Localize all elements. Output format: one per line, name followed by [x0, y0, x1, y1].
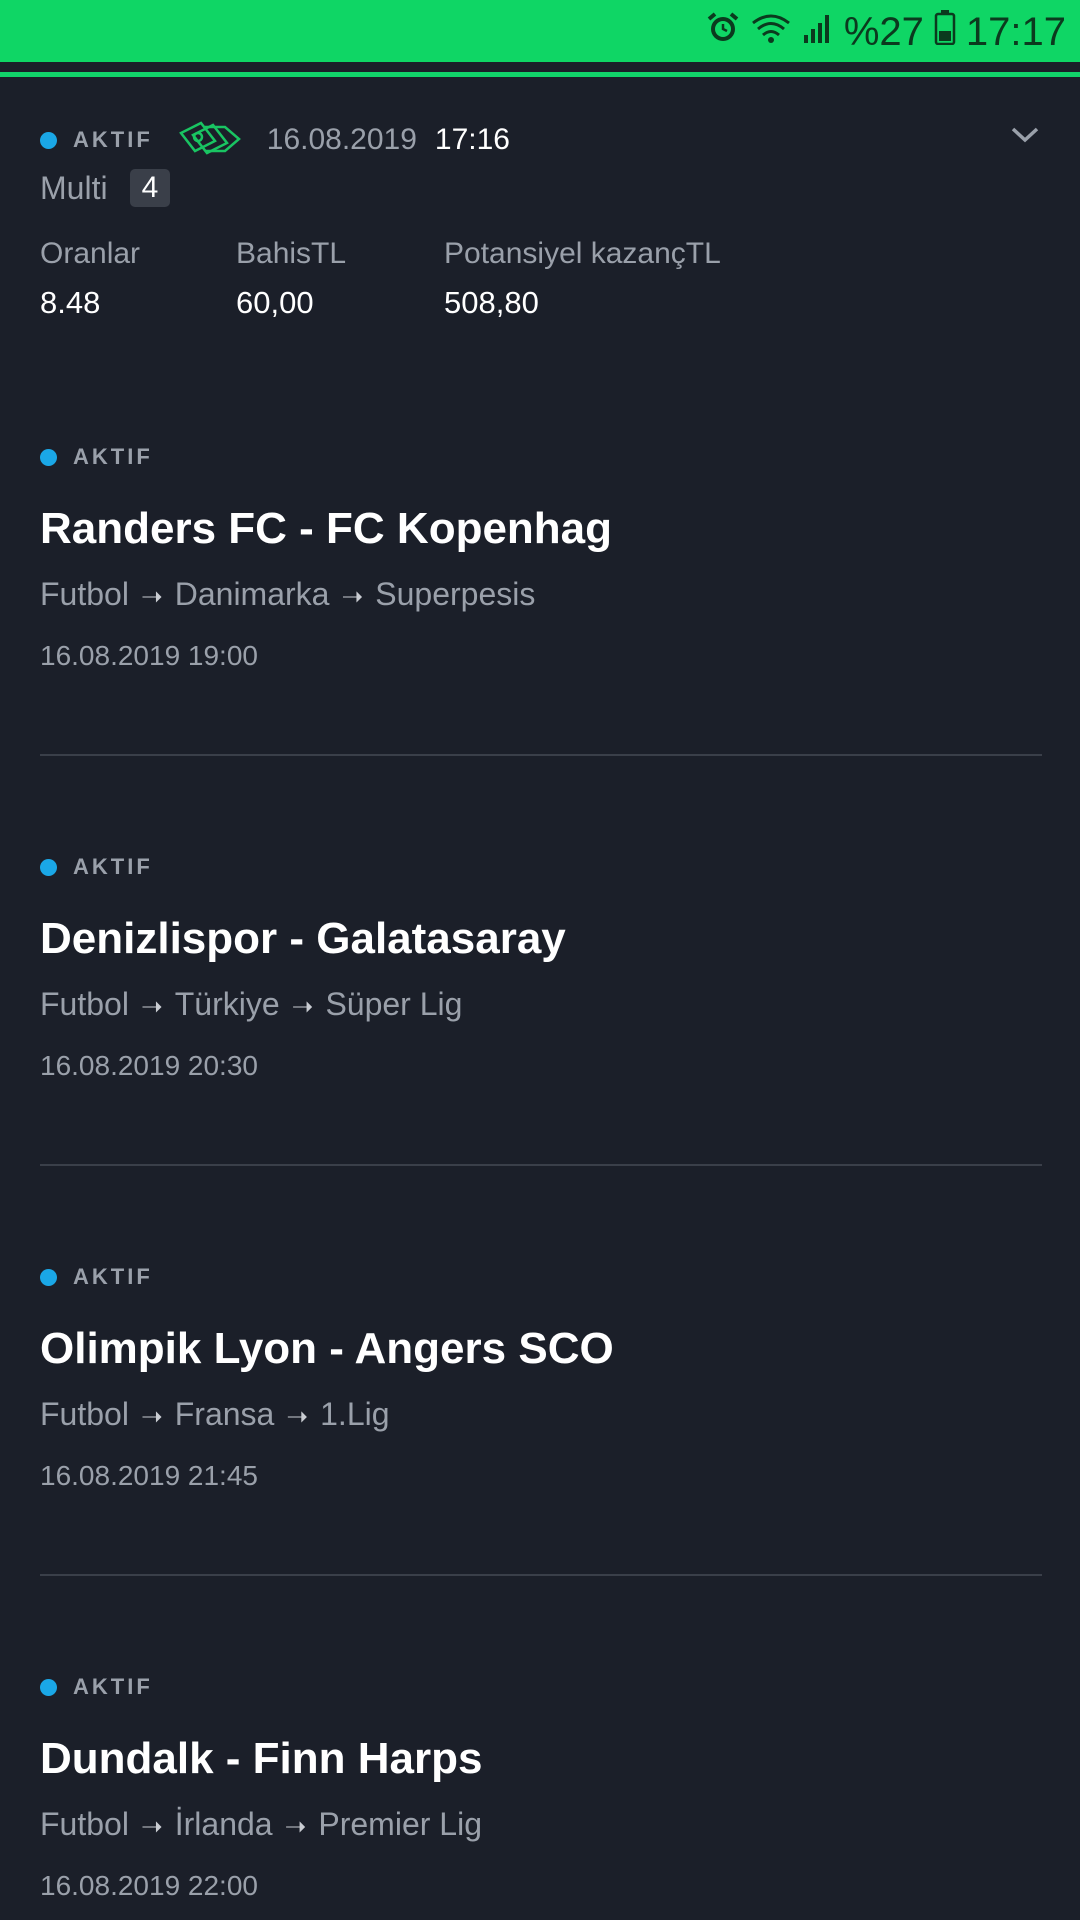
match-item[interactable]: AKTIF Randers FC - FC Kopenhag Futbol ➝ Da…	[40, 442, 1042, 672]
signal-icon	[802, 8, 834, 56]
bet-summary[interactable]: AKTIF 16.08.2019 17:16 Multi 4 Oranlar 8…	[40, 117, 1040, 321]
wifi-icon	[750, 8, 792, 56]
status-time: 17:17	[965, 10, 1066, 54]
league: Süper Lig	[325, 986, 463, 1022]
match-status: AKTIF	[73, 1264, 153, 1289]
country: Fransa	[174, 1396, 275, 1432]
match-datetime: 16.08.2019 22:00	[40, 1870, 258, 1901]
match-title: Denizlispor - Galatasaray	[40, 914, 566, 963]
match-path: Futbol ➝ Fransa ➝ 1.Lig	[40, 1394, 1042, 1436]
match-item[interactable]: AKTIF Denizlispor - Galatasaray Futbol ➝ T…	[40, 852, 1042, 1082]
divider	[40, 754, 1042, 756]
chevron-down-icon[interactable]	[1010, 125, 1040, 150]
match-item[interactable]: AKTIF Olimpik Lyon - Angers SCO Futbol ➝ F…	[40, 1262, 1042, 1492]
sport: Futbol	[40, 1806, 129, 1842]
match-datetime: 16.08.2019 21:45	[40, 1460, 258, 1491]
country: İrlanda	[174, 1806, 273, 1842]
arrow-right-icon: ➝	[140, 991, 163, 1021]
odds-stat: Oranlar 8.48	[40, 237, 236, 321]
status-dot	[40, 131, 57, 149]
match-path: Futbol ➝ Danimarka ➝ Superpesis	[40, 574, 1042, 616]
bet-type: Multi	[40, 169, 108, 206]
country: Türkiye	[174, 986, 280, 1022]
status-dot	[40, 1678, 57, 1696]
match-status: AKTIF	[73, 1674, 153, 1699]
money-icon	[175, 119, 243, 162]
bet-detail-page: AKTIF 16.08.2019 17:16 Multi 4 Oranlar 8…	[0, 77, 1080, 1920]
match-title: Olimpik Lyon - Angers SCO	[40, 1324, 614, 1373]
bet-date: 16.08.2019	[266, 123, 417, 156]
payout-label: Potansiyel kazançTL	[444, 237, 721, 270]
bet-time: 17:16	[434, 123, 510, 156]
battery-icon	[934, 8, 956, 56]
stake-label: BahisTL	[236, 237, 347, 270]
league: Premier Lig	[318, 1806, 482, 1842]
selection-count-badge: 4	[129, 169, 171, 207]
odds-label: Oranlar	[40, 237, 141, 270]
league: Superpesis	[375, 576, 536, 612]
sport: Futbol	[40, 1396, 129, 1432]
match-title: Randers FC - FC Kopenhag	[40, 504, 613, 553]
status-dot	[40, 448, 57, 466]
match-status: AKTIF	[73, 444, 153, 469]
country: Danimarka	[174, 576, 330, 612]
arrow-right-icon: ➝	[140, 1401, 163, 1431]
league: 1.Lig	[320, 1396, 390, 1432]
alarm-icon	[706, 8, 740, 56]
arrow-right-icon: ➝	[291, 991, 314, 1021]
arrow-right-icon: ➝	[341, 581, 364, 611]
status-dot	[40, 858, 57, 876]
match-path: Futbol ➝ Türkiye ➝ Süper Lig	[40, 984, 1042, 1026]
divider	[40, 1574, 1042, 1576]
arrow-right-icon: ➝	[286, 1401, 309, 1431]
status-bar: %27 17:17	[0, 0, 1080, 62]
battery-percent: %27	[843, 10, 924, 54]
match-status: AKTIF	[73, 854, 153, 879]
match-datetime: 16.08.2019 19:00	[40, 640, 258, 671]
bet-status: AKTIF	[73, 127, 153, 152]
stake-value: 60,00	[236, 285, 314, 320]
match-item[interactable]: AKTIF Dundalk - Finn Harps Futbol ➝ İrland…	[40, 1672, 1042, 1902]
divider	[40, 1164, 1042, 1166]
arrow-right-icon: ➝	[140, 1811, 163, 1841]
payout-stat: Potansiyel kazançTL 508,80	[444, 237, 844, 321]
sport: Futbol	[40, 986, 129, 1022]
match-path: Futbol ➝ İrlanda ➝ Premier Lig	[40, 1804, 1042, 1846]
arrow-right-icon: ➝	[140, 581, 163, 611]
match-title: Dundalk - Finn Harps	[40, 1734, 483, 1783]
payout-value: 508,80	[444, 285, 539, 320]
odds-value: 8.48	[40, 285, 101, 320]
match-datetime: 16.08.2019 20:30	[40, 1050, 258, 1081]
sport: Futbol	[40, 576, 129, 612]
stake-stat: BahisTL 60,00	[236, 237, 444, 321]
arrow-right-icon: ➝	[284, 1811, 307, 1841]
status-dot	[40, 1268, 57, 1286]
